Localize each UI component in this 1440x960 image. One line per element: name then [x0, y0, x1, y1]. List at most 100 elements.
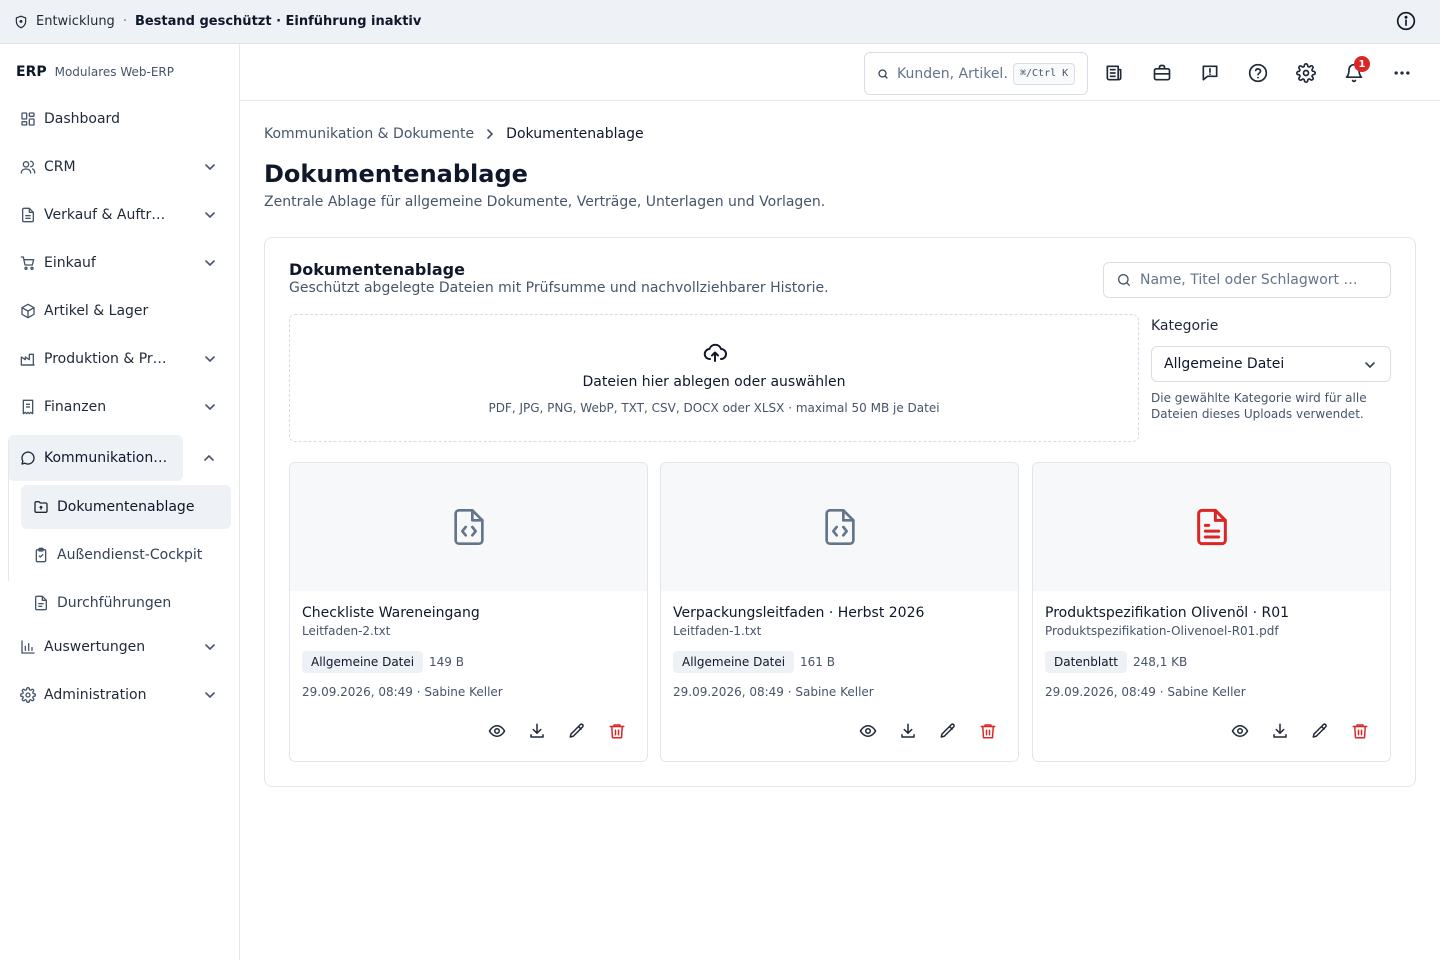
sidebar-subitem-label: Durchführungen	[57, 595, 172, 611]
chevron-down-icon	[204, 257, 216, 269]
chevron-down-icon	[1364, 359, 1376, 371]
package-icon	[20, 303, 36, 319]
users-icon	[20, 159, 36, 175]
file-code-icon	[449, 507, 489, 547]
sidebar-item-label: Verkauf & Auftr…	[44, 207, 166, 223]
environment-label: Entwicklung	[36, 14, 115, 29]
sidebar-item-crm[interactable]: CRM	[8, 147, 232, 187]
pencil-icon[interactable]	[1311, 722, 1329, 740]
banner-separator: ·	[122, 14, 127, 29]
document-card[interactable]: Verpackungsleitfaden · Herbst 2026 Leitf…	[660, 462, 1019, 762]
sidebar-item-label: Dashboard	[44, 111, 120, 127]
folder-icon	[33, 499, 49, 515]
upload-dropzone[interactable]: Dateien hier ablegen oder auswählen PDF,…	[289, 314, 1139, 442]
document-search[interactable]	[1103, 262, 1391, 298]
document-category-badge: Allgemeine Datei	[302, 651, 424, 673]
message-alert-icon	[1200, 63, 1220, 83]
document-thumbnail	[290, 463, 647, 591]
document-filename: Leitfaden-1.txt	[673, 624, 762, 638]
download-icon[interactable]	[1271, 722, 1289, 740]
brand[interactable]: ERP Modulares Web-ERP	[16, 64, 174, 80]
help-icon	[1248, 63, 1268, 83]
chat-icon	[20, 450, 36, 466]
chevron-down-icon	[204, 689, 216, 701]
help-button[interactable]	[1246, 61, 1270, 85]
settings-button[interactable]	[1294, 61, 1318, 85]
sidebar-item-reports[interactable]: Auswertungen	[8, 627, 232, 667]
submenu-guide-line	[8, 441, 9, 581]
factory-icon	[20, 351, 36, 367]
panel-subtitle: Geschützt abgelegte Dateien mit Prüfsumm…	[289, 280, 829, 296]
more-horizontal-icon	[1392, 63, 1412, 83]
sidebar-item-label: CRM	[44, 159, 76, 175]
dropzone-hint: PDF, JPG, PNG, WebP, TXT, CSV, DOCX oder…	[488, 401, 940, 415]
document-meta: 29.09.2026, 08:49 · Sabine Keller	[302, 685, 503, 699]
bar-chart-icon	[20, 639, 36, 655]
sidebar-item-label: Auswertungen	[44, 639, 146, 655]
category-hint: Die gewählte Kategorie wird für alle Dat…	[1151, 391, 1367, 421]
sidebar-item-label: Administration	[44, 687, 147, 703]
download-icon[interactable]	[899, 722, 917, 740]
gear-icon	[1296, 63, 1316, 83]
sidebar-item-production[interactable]: Produktion & Pr…	[8, 339, 232, 379]
sidebar-subitem-executions[interactable]: Durchführungen	[21, 581, 231, 625]
sidebar-item-sales[interactable]: Verkauf & Auftr…	[8, 195, 232, 235]
breadcrumb-parent-link[interactable]: Kommunikation & Dokumente	[264, 126, 474, 142]
eye-icon[interactable]	[859, 722, 877, 740]
document-filename: Leitfaden-2.txt	[302, 624, 391, 638]
document-thumbnail	[1033, 463, 1390, 591]
document-card[interactable]: Checkliste Wareneingang Leitfaden-2.txt …	[289, 462, 648, 762]
document-store-panel: Dokumentenablage Geschützt abgelegte Dat…	[264, 237, 1416, 787]
document-filename: Produktspezifikation-Olivenoel-R01.pdf	[1045, 624, 1279, 638]
document-category-badge: Allgemeine Datei	[673, 651, 795, 673]
dashboard-icon	[20, 111, 36, 127]
brand-logo: ERP	[16, 64, 47, 80]
trash-icon[interactable]	[979, 722, 997, 740]
feedback-button[interactable]	[1198, 61, 1222, 85]
sidebar-subitem-label: Dokumentenablage	[57, 499, 195, 515]
trash-icon[interactable]	[608, 722, 626, 740]
dropzone-title: Dateien hier ablegen oder auswählen	[582, 374, 846, 390]
sidebar-subitem-field-service[interactable]: Außendienst-Cockpit	[21, 533, 231, 577]
news-button[interactable]	[1102, 61, 1126, 85]
panel-title: Dokumentenablage	[289, 260, 465, 279]
page-title: Dokumentenablage	[264, 160, 528, 188]
shield-icon	[14, 15, 28, 29]
eye-icon[interactable]	[1231, 722, 1249, 740]
download-icon[interactable]	[528, 722, 546, 740]
sidebar-item-administration[interactable]: Administration	[8, 675, 232, 715]
sidebar-subitem-documents[interactable]: Dokumentenablage	[21, 485, 231, 529]
chevron-right-icon	[484, 128, 496, 140]
pencil-icon[interactable]	[939, 722, 957, 740]
document-size: 161 B	[800, 655, 835, 669]
info-icon[interactable]	[1396, 11, 1416, 31]
document-title: Produktspezifikation Olivenöl · R01	[1045, 605, 1290, 621]
protection-status: Bestand geschützt · Einführung inaktiv	[134, 14, 422, 29]
global-search-input[interactable]	[897, 65, 1009, 82]
sidebar-item-label: Einkauf	[44, 255, 96, 271]
more-options-button[interactable]	[1390, 61, 1414, 85]
global-search[interactable]: ⌘/Ctrl K	[864, 52, 1088, 95]
chevron-down-icon	[204, 209, 216, 221]
category-select[interactable]: Allgemeine Datei	[1151, 346, 1391, 382]
document-thumbnail	[661, 463, 1018, 591]
document-card[interactable]: Produktspezifikation Olivenöl · R01 Prod…	[1032, 462, 1391, 762]
newspaper-icon	[1104, 63, 1124, 83]
document-category-badge: Datenblatt	[1045, 651, 1128, 673]
chevron-up-icon	[203, 452, 215, 464]
gear-icon	[20, 687, 36, 703]
trash-icon[interactable]	[1351, 722, 1369, 740]
category-label: Kategorie	[1151, 318, 1219, 334]
sidebar-item-articles[interactable]: Artikel & Lager	[8, 291, 232, 331]
chevron-down-icon	[204, 401, 216, 413]
eye-icon[interactable]	[488, 722, 506, 740]
sidebar-item-communication[interactable]: Kommunikation…	[8, 435, 214, 481]
sidebar-item-purchasing[interactable]: Einkauf	[8, 243, 232, 283]
sidebar-item-finances[interactable]: Finanzen	[8, 387, 232, 427]
document-title: Verpackungsleitfaden · Herbst 2026	[673, 605, 925, 621]
document-search-input[interactable]	[1140, 272, 1390, 288]
sidebar-item-dashboard[interactable]: Dashboard	[8, 99, 232, 139]
workspace-button[interactable]	[1150, 61, 1174, 85]
sidebar-item-label: Kommunikation…	[44, 450, 168, 466]
pencil-icon[interactable]	[568, 722, 586, 740]
